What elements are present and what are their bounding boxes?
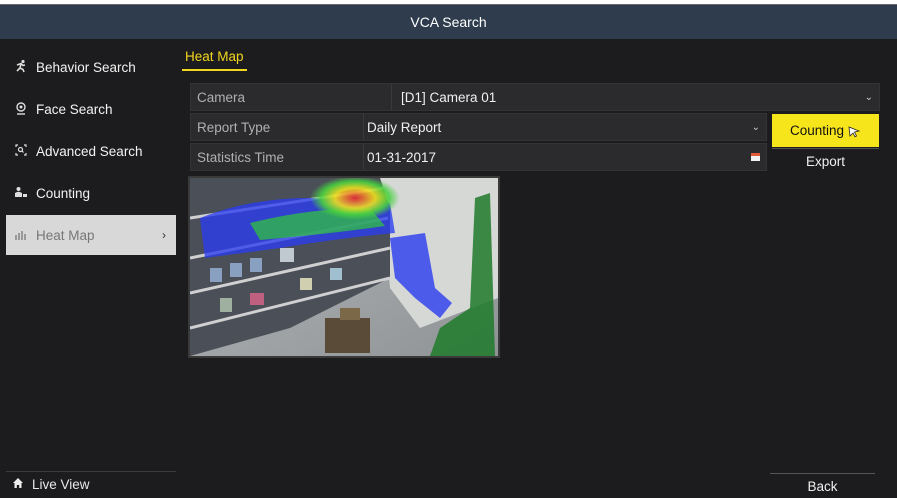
home-icon [12, 477, 24, 492]
window-title: VCA Search [410, 14, 487, 30]
sidebar-item-label: Counting [36, 185, 91, 201]
sidebar-item-label: Face Search [36, 101, 113, 117]
back-button[interactable]: Back [770, 473, 875, 498]
face-icon [10, 101, 32, 118]
back-button-label: Back [807, 479, 838, 494]
export-button[interactable]: Export [772, 148, 879, 174]
running-person-icon [10, 59, 32, 76]
report-type-value: Daily Report [367, 119, 442, 135]
divider [363, 114, 364, 140]
sidebar-item-label: Advanced Search [36, 143, 143, 159]
counting-button[interactable]: Counting [772, 114, 879, 147]
sidebar-item-heat-map[interactable]: Heat Map › [6, 215, 176, 255]
export-button-label: Export [805, 154, 846, 169]
report-type-select[interactable]: Report Type Daily Report ⌄ [190, 113, 767, 141]
camera-select[interactable]: Camera [D1] Camera 01 ⌄ [190, 83, 880, 111]
report-type-label: Report Type [197, 119, 271, 135]
camera-label: Camera [197, 89, 246, 105]
vca-search-window: VCA Search Behavior Search Face Search A… [0, 4, 897, 498]
people-count-icon [10, 185, 32, 202]
chevron-down-icon: ⌄ [751, 121, 760, 133]
tab-heat-map[interactable]: Heat Map [182, 47, 247, 71]
chevron-right-icon: › [162, 228, 166, 242]
heat-map-picture [190, 178, 498, 356]
counting-button-label: Counting [789, 123, 845, 138]
divider [363, 144, 364, 170]
scan-search-icon [10, 143, 32, 160]
sidebar-item-face-search[interactable]: Face Search [6, 89, 176, 129]
statistics-time-label: Statistics Time [197, 149, 285, 165]
statistics-time-field[interactable]: Statistics Time 01-31-2017 [190, 143, 767, 171]
heat-map-image [188, 176, 500, 358]
sidebar-item-behavior-search[interactable]: Behavior Search [6, 47, 176, 87]
chevron-down-icon: ⌄ [864, 91, 873, 103]
sidebar-item-counting[interactable]: Counting [6, 173, 176, 213]
calendar-icon[interactable] [751, 153, 760, 161]
heat-map-icon [10, 227, 32, 244]
sidebar-item-label: Heat Map [36, 227, 95, 243]
statistics-time-value: 01-31-2017 [367, 149, 437, 165]
live-view-button[interactable]: Live View [6, 471, 176, 497]
live-view-label: Live View [32, 477, 90, 492]
camera-value: [D1] Camera 01 [401, 89, 497, 105]
sidebar-item-advanced-search[interactable]: Advanced Search [6, 131, 176, 171]
title-bar: VCA Search [0, 5, 897, 39]
sidebar: Behavior Search Face Search Advanced Sea… [0, 39, 178, 498]
sidebar-item-label: Behavior Search [36, 59, 136, 75]
cursor-icon [848, 125, 861, 137]
main-panel: Heat Map Camera [D1] Camera 01 ⌄ Report … [178, 39, 897, 498]
divider [391, 84, 392, 110]
